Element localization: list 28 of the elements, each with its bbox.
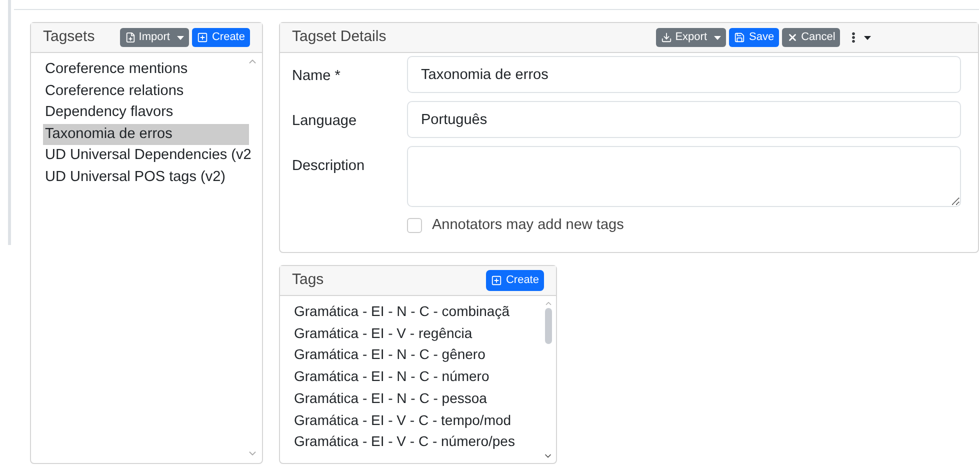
tag-item[interactable]: Gramática - EI - N - C - número (294, 366, 490, 388)
tag-item[interactable]: Gramática - EI - N - C - gênero (294, 344, 486, 366)
tagset-item[interactable]: UD Universal POS tags (v2) (43, 166, 249, 188)
tag-item[interactable]: Gramática - EI - N - C - combinaçã (294, 301, 510, 323)
tag-item[interactable]: Gramática - EI - V - C - número/pes (294, 431, 515, 453)
field-label: Name * (292, 67, 342, 86)
import-button[interactable]: Import (120, 28, 189, 47)
tagset-item[interactable]: UD Universal Dependencies (v2 (43, 145, 249, 166)
text-field[interactable]: Taxonomia de erros (407, 56, 961, 93)
save-button[interactable]: Save (729, 28, 780, 47)
field-label: Language (292, 112, 358, 131)
panel-title: Tags (292, 270, 324, 290)
tagset-item[interactable]: Coreference mentions (43, 59, 249, 80)
create-button[interactable]: Create (486, 270, 544, 291)
tagset-item[interactable]: Coreference relations (43, 80, 249, 102)
tag-item[interactable]: Gramática - EI - N - C - pessoa (294, 388, 487, 410)
tagset-item[interactable]: Taxonomia de erros (43, 124, 249, 145)
export-button[interactable]: Export (656, 28, 726, 47)
tagset-item[interactable]: Dependency flavors (43, 102, 249, 124)
text-field[interactable]: Português (407, 101, 961, 138)
cancel-button[interactable]: Cancel (782, 28, 840, 47)
panel-title: Tagsets (43, 27, 95, 48)
tag-item[interactable]: Gramática - EI - V - regência (294, 322, 472, 344)
tag-item[interactable]: Gramática - EI - V - C - tempo/mod (294, 410, 512, 432)
checkbox-label: Annotators may add new tags (432, 216, 624, 235)
create-button[interactable]: Create (192, 28, 250, 47)
panel-title: Tagset Details (292, 27, 386, 48)
field-label: Description (292, 157, 366, 176)
